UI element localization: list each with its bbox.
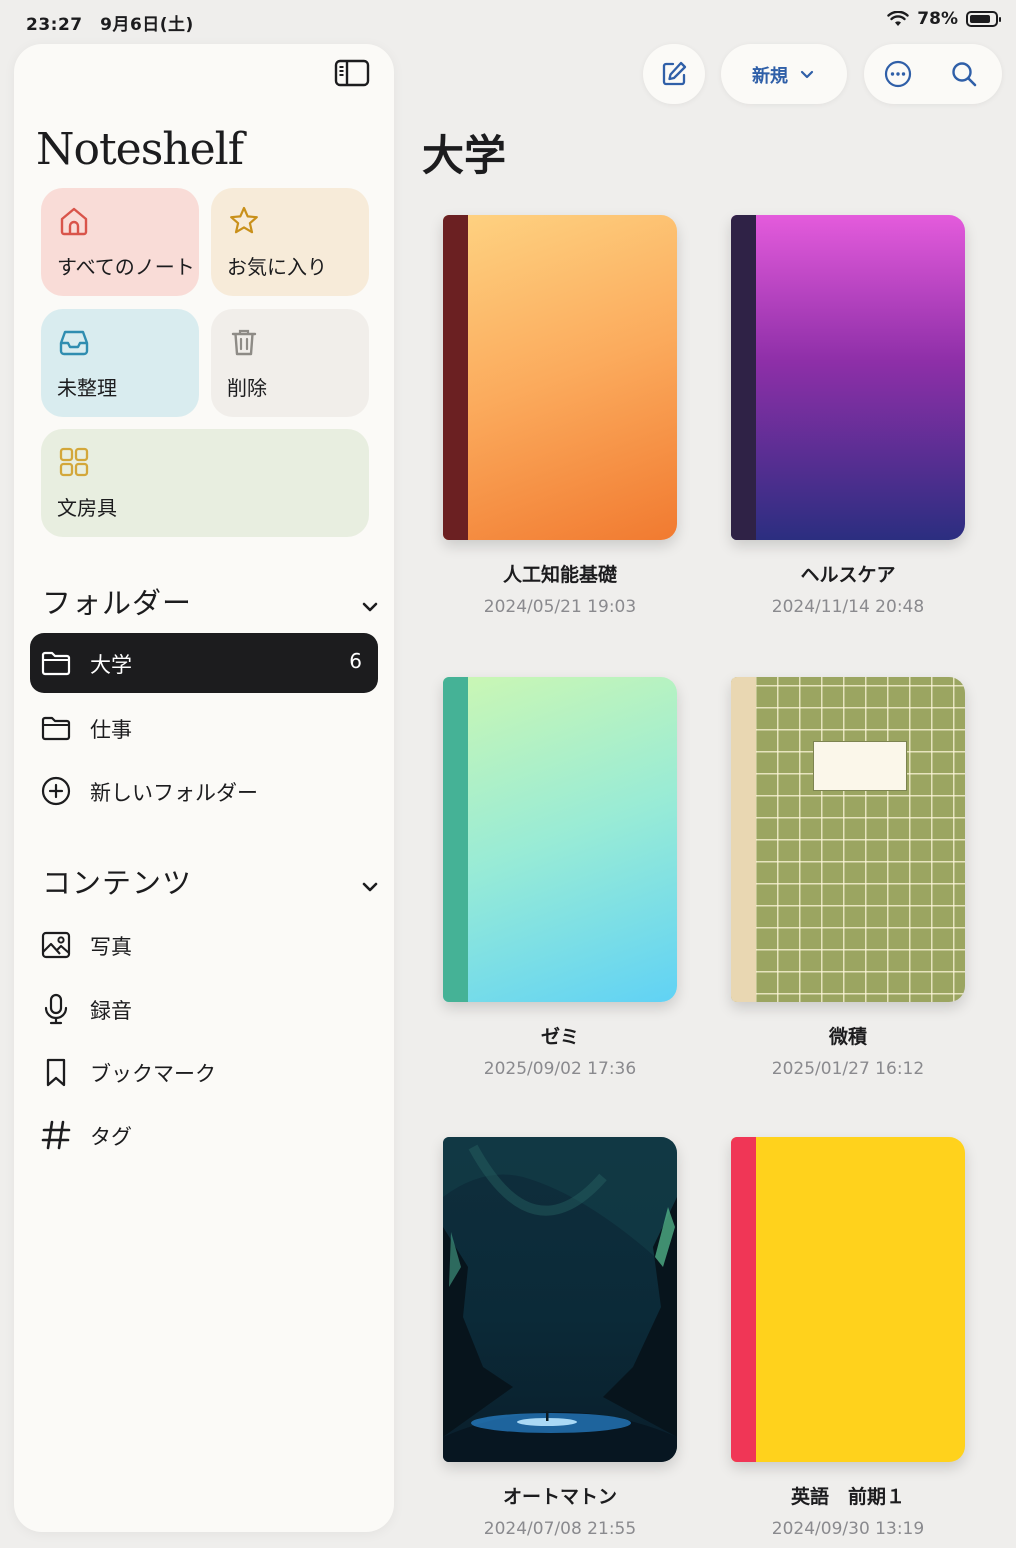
tile-label: 未整理 — [57, 376, 117, 400]
content-item-label: タグ — [90, 1125, 132, 1149]
content-header[interactable]: コンテンツ — [42, 860, 192, 902]
tile-all-notes[interactable]: すべてのノート — [41, 188, 199, 296]
more-icon[interactable] — [884, 60, 912, 88]
notebook-cover[interactable] — [443, 677, 677, 1002]
hashtag-icon — [41, 1120, 71, 1150]
notebook-cover[interactable] — [443, 215, 677, 540]
bookmark-icon — [46, 1058, 66, 1087]
notebook-spine — [731, 677, 756, 1002]
folder-count-badge: 6 — [349, 649, 362, 673]
chevron-down-icon[interactable] — [360, 597, 380, 617]
tile-favorites[interactable]: お気に入り — [211, 188, 369, 296]
microphone-icon — [44, 993, 68, 1025]
notebook-cover[interactable] — [731, 1137, 965, 1462]
page-title: 大学 — [422, 131, 507, 180]
notebook-spine — [443, 215, 468, 540]
folder-item-shigoto[interactable]: 仕事 — [30, 698, 378, 758]
content-item-photos[interactable]: 写真 — [30, 915, 378, 975]
battery-icon — [966, 11, 1001, 27]
notebook-title: 英語 前期１ — [790, 1486, 905, 1508]
notebook-label-plate — [813, 741, 907, 791]
notebook-date: 2024/09/30 13:19 — [771, 1519, 925, 1539]
notebook-cover[interactable] — [443, 1137, 677, 1462]
folder-label: 仕事 — [90, 718, 132, 742]
search-icon[interactable] — [950, 60, 978, 88]
home-icon — [60, 207, 88, 236]
new-menu-label: 新規 — [752, 66, 788, 87]
notebook-card[interactable]: 微積 2025/01/27 16:12 — [731, 677, 965, 1079]
content-item-recordings[interactable]: 録音 — [30, 979, 378, 1039]
notebook-date: 2025/09/02 17:36 — [483, 1059, 637, 1079]
content-item-label: 録音 — [90, 999, 132, 1023]
notebook-title: ゼミ — [540, 1026, 579, 1048]
chevron-down-icon[interactable] — [360, 877, 380, 897]
content-item-label: 写真 — [90, 935, 132, 959]
new-folder-button[interactable]: 新しいフォルダー — [30, 761, 378, 821]
tile-trash[interactable]: 削除 — [211, 309, 369, 417]
folder-icon — [41, 651, 71, 676]
compose-button[interactable] — [643, 44, 705, 104]
star-icon — [230, 206, 258, 234]
toolbar-group — [864, 44, 1002, 104]
tile-label: 文房具 — [57, 496, 117, 520]
notebook-spine — [731, 1137, 756, 1462]
tile-label: お気に入り — [227, 255, 327, 279]
notebook-date: 2024/07/08 21:55 — [483, 1519, 637, 1539]
tile-unfiled[interactable]: 未整理 — [41, 309, 199, 417]
notebook-card[interactable]: オートマトン 2024/07/08 21:55 — [443, 1137, 677, 1539]
tile-label: すべてのノート — [57, 255, 195, 279]
folder-label: 大学 — [90, 653, 132, 677]
folder-icon — [41, 716, 71, 741]
status-time: 23:27 9月6日(土) — [26, 15, 194, 35]
wifi-icon — [887, 11, 909, 26]
notebook-date: 2024/05/21 19:03 — [483, 597, 637, 617]
photo-icon — [41, 931, 71, 959]
compose-icon — [662, 61, 687, 86]
notebook-cover[interactable] — [731, 215, 965, 540]
tile-label: 削除 — [227, 376, 267, 400]
inbox-icon — [59, 330, 89, 356]
plus-circle-icon — [41, 776, 71, 806]
battery-percent: 78% — [917, 9, 958, 29]
status-bar: 23:27 9月6日(土) 78% — [0, 0, 1016, 40]
sidebar: Noteshelf すべてのノート お気に入り 未整理 削除 文房具 フォルダー… — [14, 44, 394, 1532]
notebook-card[interactable]: ゼミ 2025/09/02 17:36 — [443, 677, 677, 1079]
tile-stationery[interactable]: 文房具 — [41, 429, 369, 537]
notebook-title: ヘルスケア — [800, 564, 896, 586]
status-right: 78% — [887, 9, 1001, 29]
content-item-label: ブックマーク — [90, 1062, 216, 1086]
notebook-spine — [731, 215, 756, 540]
notebook-card[interactable]: 英語 前期１ 2024/09/30 13:19 — [731, 1137, 965, 1539]
notebook-spine — [443, 677, 468, 1002]
chevron-down-icon — [800, 70, 814, 79]
new-folder-label: 新しいフォルダー — [90, 781, 258, 805]
grid-icon — [59, 447, 89, 477]
notebook-cover[interactable] — [731, 677, 965, 1002]
folders-header[interactable]: フォルダー — [42, 580, 192, 622]
notebook-card[interactable]: ヘルスケア 2024/11/14 20:48 — [731, 215, 965, 617]
sidebar-toggle-icon[interactable] — [334, 58, 370, 88]
content-item-bookmarks[interactable]: ブックマーク — [30, 1042, 378, 1102]
notebook-date: 2025/01/27 16:12 — [771, 1059, 925, 1079]
notebook-title: 人工知能基礎 — [502, 564, 617, 586]
new-menu-button[interactable]: 新規 — [721, 44, 847, 104]
notebook-card[interactable]: 人工知能基礎 2024/05/21 19:03 — [443, 215, 677, 617]
notebook-title: オートマトン — [502, 1486, 617, 1508]
content-item-tags[interactable]: タグ — [30, 1105, 378, 1165]
app-title: Noteshelf — [36, 124, 244, 175]
notebook-date: 2024/11/14 20:48 — [771, 597, 925, 617]
trash-icon — [231, 329, 257, 356]
folder-item-daigaku[interactable]: 大学 6 — [30, 633, 378, 693]
notebook-title: 微積 — [828, 1026, 867, 1048]
aurora-landscape-image — [443, 1137, 677, 1462]
